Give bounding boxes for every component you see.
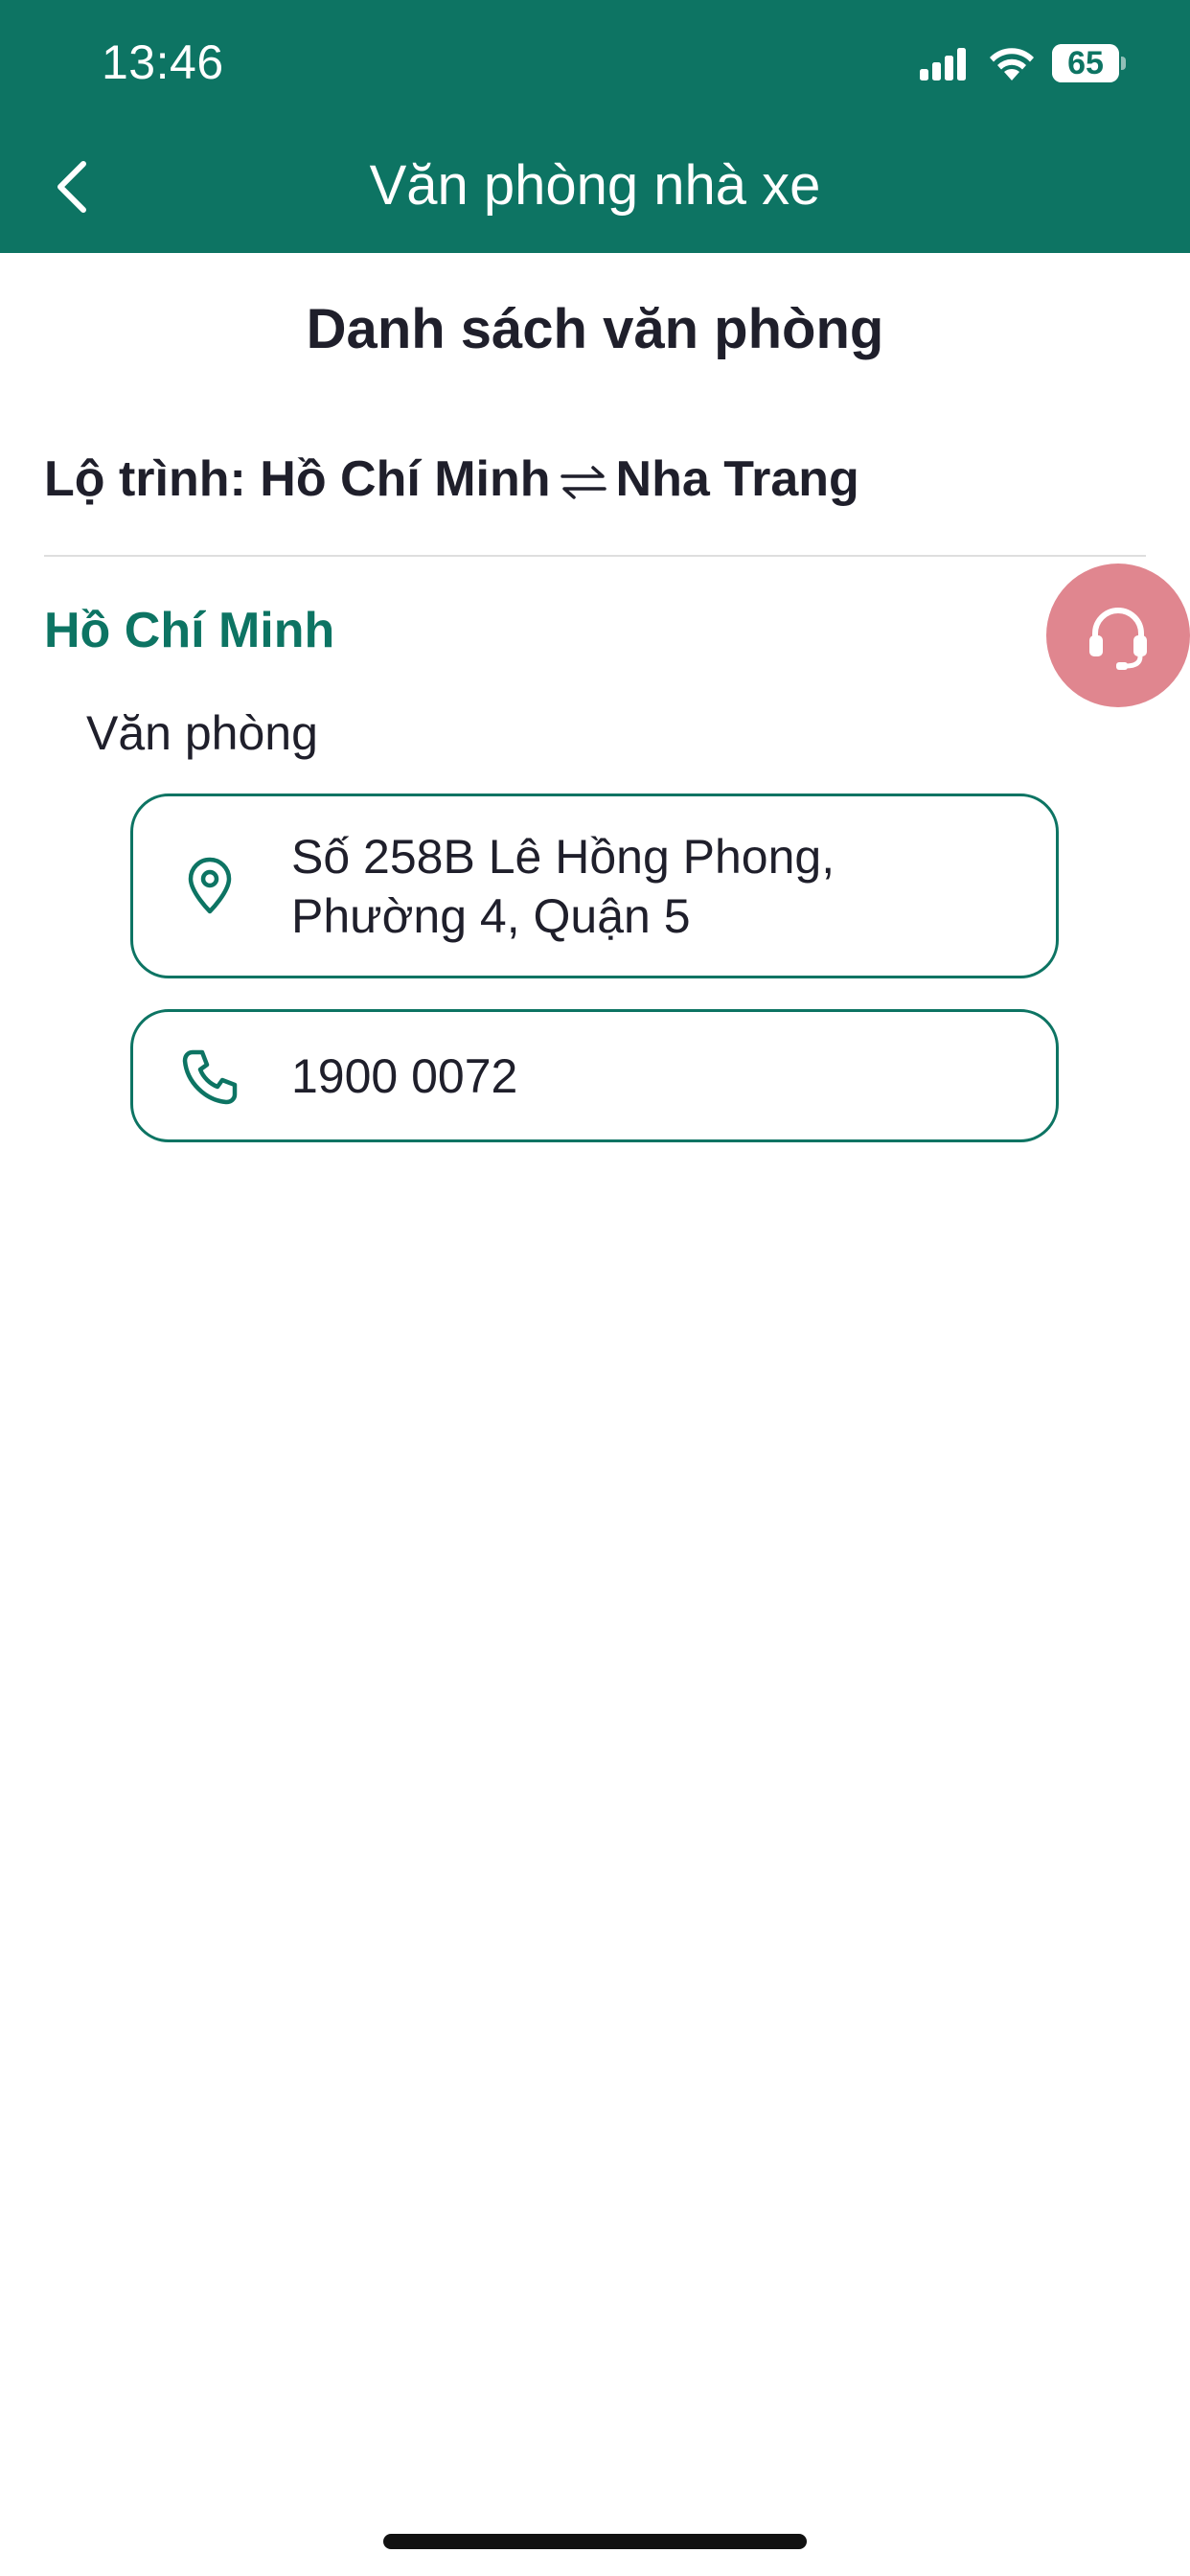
phone-text: 1900 0072 — [291, 1049, 518, 1103]
divider — [44, 555, 1146, 557]
wifi-icon — [990, 48, 1034, 80]
section-title: Danh sách văn phòng — [306, 298, 884, 360]
route-origin: Lộ trình: Hồ Chí Minh — [44, 451, 551, 507]
cellular-signal-icon — [920, 48, 966, 80]
address-card[interactable]: Số 258B Lê Hồng Phong, Phường 4, Quận 5 — [130, 794, 1059, 978]
route-info: Lộ trình: Hồ Chí Minh Nha Trang — [44, 450, 859, 508]
back-button[interactable] — [38, 153, 105, 220]
chevron-left-icon — [57, 161, 86, 213]
home-indicator[interactable] — [383, 2534, 807, 2549]
app-header: 13:46 65 Văn phòng nhà xe — [0, 0, 1190, 253]
battery-cap — [1121, 57, 1126, 70]
city-name: Hồ Chí Minh — [44, 603, 335, 658]
swap-arrows-icon — [560, 466, 606, 500]
battery-percent: 65 — [1067, 45, 1104, 81]
phone-card[interactable]: 1900 0072 — [130, 1009, 1059, 1142]
office-label: Văn phòng — [86, 706, 318, 760]
map-pin-icon — [188, 857, 232, 914]
headset-icon — [1089, 608, 1147, 670]
route-destination: Nha Trang — [615, 451, 859, 507]
phone-icon — [182, 1049, 238, 1105]
address-text: Số 258B Lê Hồng Phong, Phường 4, Quận 5 — [291, 830, 835, 943]
status-time: 13:46 — [102, 35, 224, 89]
battery-body: 65 — [1052, 44, 1119, 82]
battery-indicator: 65 — [1052, 44, 1127, 82]
page-title: Văn phòng nhà xe — [369, 154, 821, 217]
support-button[interactable] — [1046, 564, 1190, 707]
